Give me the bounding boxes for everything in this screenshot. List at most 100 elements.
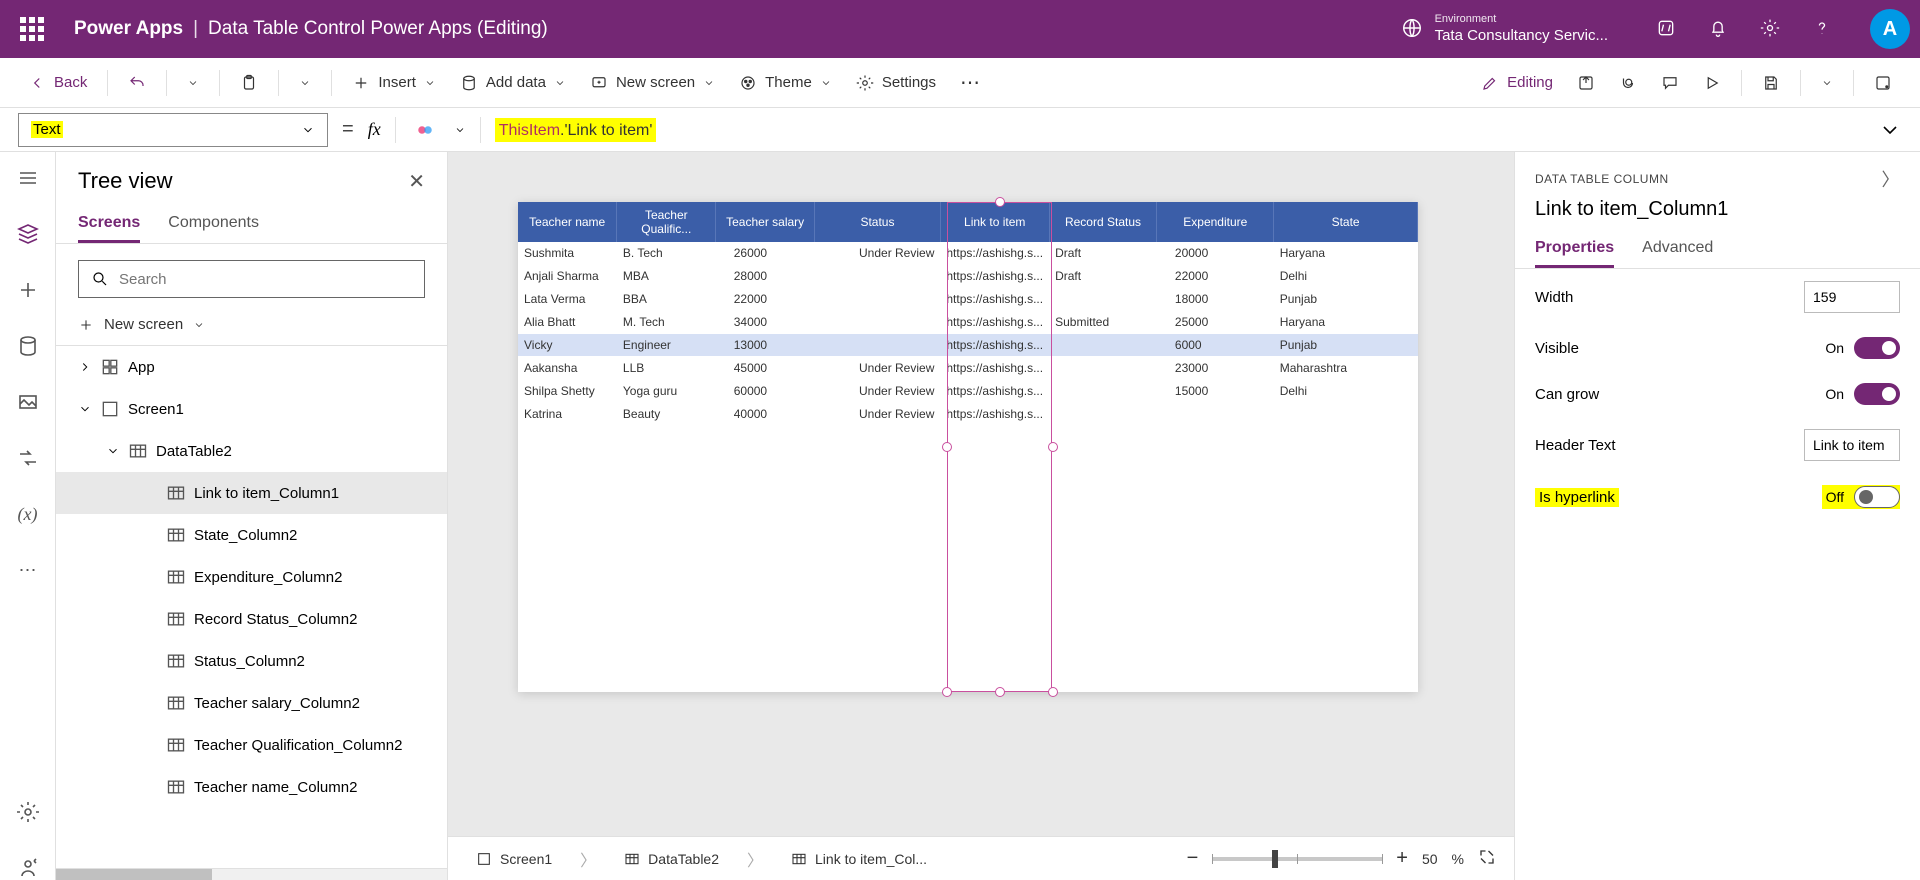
table-cell[interactable]: Delhi bbox=[1274, 265, 1418, 288]
table-cell[interactable] bbox=[1049, 357, 1157, 380]
table-cell[interactable]: https://ashishg.s... bbox=[940, 357, 1049, 380]
paste-button[interactable] bbox=[232, 70, 266, 96]
back-button[interactable]: Back bbox=[20, 70, 95, 96]
table-cell[interactable]: https://ashishg.s... bbox=[940, 403, 1049, 426]
table-cell[interactable]: https://ashishg.s... bbox=[940, 265, 1049, 288]
table-cell[interactable] bbox=[1049, 380, 1157, 403]
table-cell[interactable]: Haryana bbox=[1274, 242, 1418, 265]
chevron-right-icon[interactable]: 〉 bbox=[1882, 166, 1901, 192]
table-cell[interactable]: Lata Verma bbox=[518, 288, 617, 311]
breadcrumb-column[interactable]: Link to item_Col... bbox=[781, 847, 937, 871]
settings-rail-icon[interactable] bbox=[16, 800, 40, 824]
breadcrumb-datatable[interactable]: DataTable2 bbox=[614, 847, 729, 871]
table-cell[interactable]: Delhi bbox=[1274, 380, 1418, 403]
table-cell[interactable]: B. Tech bbox=[617, 242, 716, 265]
insert-rail-icon[interactable] bbox=[16, 278, 40, 302]
ask-rail-icon[interactable] bbox=[16, 856, 40, 880]
table-cell[interactable] bbox=[1049, 403, 1157, 426]
tree-node-column[interactable]: Link to item_Column1 bbox=[56, 472, 447, 514]
tree-view-icon[interactable] bbox=[16, 222, 40, 246]
copilot-header-icon[interactable] bbox=[1656, 18, 1676, 41]
table-cell[interactable]: Punjab bbox=[1274, 334, 1418, 357]
tab-screens[interactable]: Screens bbox=[78, 206, 140, 243]
table-row[interactable]: Lata VermaBBA22000https://ashishg.s...18… bbox=[518, 288, 1418, 311]
table-cell[interactable]: Under Review bbox=[815, 357, 941, 380]
table-cell[interactable]: 60000 bbox=[716, 380, 815, 403]
table-cell[interactable]: Draft bbox=[1049, 265, 1157, 288]
grow-toggle[interactable] bbox=[1854, 383, 1900, 405]
table-row[interactable]: Anjali SharmaMBA28000 https://ashishg.s..… bbox=[518, 265, 1418, 288]
table-cell[interactable]: MBA bbox=[617, 265, 716, 288]
media-rail-icon[interactable] bbox=[16, 390, 40, 414]
table-row[interactable]: Alia BhattM. Tech34000https://ashishg.s.… bbox=[518, 311, 1418, 334]
table-cell[interactable]: https://ashishg.s... bbox=[940, 380, 1049, 403]
table-row[interactable]: AakanshaLLB45000Under Reviewhttps://ashi… bbox=[518, 357, 1418, 380]
table-cell[interactable]: Draft bbox=[1049, 242, 1157, 265]
waffle-icon[interactable] bbox=[18, 15, 46, 43]
visible-toggle[interactable] bbox=[1854, 337, 1900, 359]
table-cell[interactable]: Punjab bbox=[1274, 288, 1418, 311]
table-cell[interactable]: Anjali Sharma bbox=[518, 265, 617, 288]
fullscreen-icon[interactable] bbox=[1478, 848, 1496, 869]
table-cell[interactable]: LLB bbox=[617, 357, 716, 380]
table-cell[interactable]: M. Tech bbox=[617, 311, 716, 334]
insert-button[interactable]: Insert bbox=[344, 70, 444, 96]
paste-menu[interactable] bbox=[291, 73, 319, 93]
flow-rail-icon[interactable] bbox=[16, 446, 40, 470]
tab-advanced[interactable]: Advanced bbox=[1642, 231, 1713, 268]
hamburger-icon[interactable] bbox=[16, 166, 40, 190]
table-cell[interactable]: 6000 bbox=[1157, 334, 1274, 357]
table-cell[interactable]: 40000 bbox=[716, 403, 815, 426]
tab-properties[interactable]: Properties bbox=[1535, 231, 1614, 268]
copilot-dropdown[interactable] bbox=[454, 124, 466, 136]
expand-formula-icon[interactable] bbox=[1878, 118, 1902, 142]
table-cell[interactable] bbox=[815, 334, 941, 357]
comment-button[interactable] bbox=[1653, 70, 1687, 96]
copilot-icon[interactable] bbox=[416, 121, 434, 139]
table-header[interactable]: Teacher name bbox=[518, 202, 617, 242]
table-cell[interactable]: BBA bbox=[617, 288, 716, 311]
table-cell[interactable]: Submitted bbox=[1049, 311, 1157, 334]
undo-menu[interactable] bbox=[179, 73, 207, 93]
zoom-slider[interactable] bbox=[1212, 857, 1382, 861]
zoom-in-icon[interactable]: + bbox=[1396, 847, 1408, 870]
table-cell[interactable]: Alia Bhatt bbox=[518, 311, 617, 334]
table-cell[interactable]: Under Review bbox=[815, 380, 941, 403]
table-cell[interactable] bbox=[1274, 403, 1418, 426]
publish-button[interactable] bbox=[1866, 70, 1900, 96]
theme-button[interactable]: Theme bbox=[731, 70, 840, 96]
table-cell[interactable]: Sushmita bbox=[518, 242, 617, 265]
table-cell[interactable] bbox=[1049, 288, 1157, 311]
table-cell[interactable]: 22000 bbox=[716, 288, 815, 311]
table-cell[interactable] bbox=[1157, 403, 1274, 426]
table-cell[interactable]: 28000 bbox=[716, 265, 815, 288]
table-row[interactable]: VickyEngineer13000https://ashishg.s...60… bbox=[518, 334, 1418, 357]
search-input[interactable] bbox=[119, 271, 412, 288]
avatar[interactable]: A bbox=[1870, 9, 1910, 49]
table-cell[interactable]: Shilpa Shetty bbox=[518, 380, 617, 403]
table-cell[interactable]: 15000 bbox=[1157, 380, 1274, 403]
settings-button[interactable]: Settings bbox=[848, 70, 944, 96]
table-header[interactable]: Record Status bbox=[1049, 202, 1157, 242]
table-row[interactable]: Shilpa ShettyYoga guru60000Under Reviewh… bbox=[518, 380, 1418, 403]
table-cell[interactable]: https://ashishg.s... bbox=[940, 242, 1049, 265]
tab-components[interactable]: Components bbox=[168, 206, 259, 243]
table-header[interactable]: Teacher Qualific... bbox=[617, 202, 716, 242]
new-screen-button[interactable]: New screen bbox=[56, 310, 447, 345]
tree-node-app[interactable]: App bbox=[56, 346, 447, 388]
table-cell[interactable]: 20000 bbox=[1157, 242, 1274, 265]
formula-text[interactable]: ThisItem.'Link to item' bbox=[495, 118, 657, 142]
new-screen-button[interactable]: New screen bbox=[582, 70, 723, 96]
play-button[interactable] bbox=[1695, 70, 1729, 96]
table-cell[interactable]: Aakansha bbox=[518, 357, 617, 380]
table-header[interactable]: Expenditure bbox=[1157, 202, 1274, 242]
table-cell[interactable]: 13000 bbox=[716, 334, 815, 357]
close-icon[interactable]: ✕ bbox=[408, 169, 425, 194]
table-cell[interactable]: https://ashishg.s... bbox=[940, 288, 1049, 311]
prop-width-input[interactable] bbox=[1804, 281, 1900, 313]
table-cell[interactable]: 34000 bbox=[716, 311, 815, 334]
bell-icon[interactable] bbox=[1708, 18, 1728, 41]
property-dropdown[interactable]: Text bbox=[18, 113, 328, 147]
undo-button[interactable] bbox=[120, 70, 154, 96]
table-cell[interactable] bbox=[815, 288, 941, 311]
